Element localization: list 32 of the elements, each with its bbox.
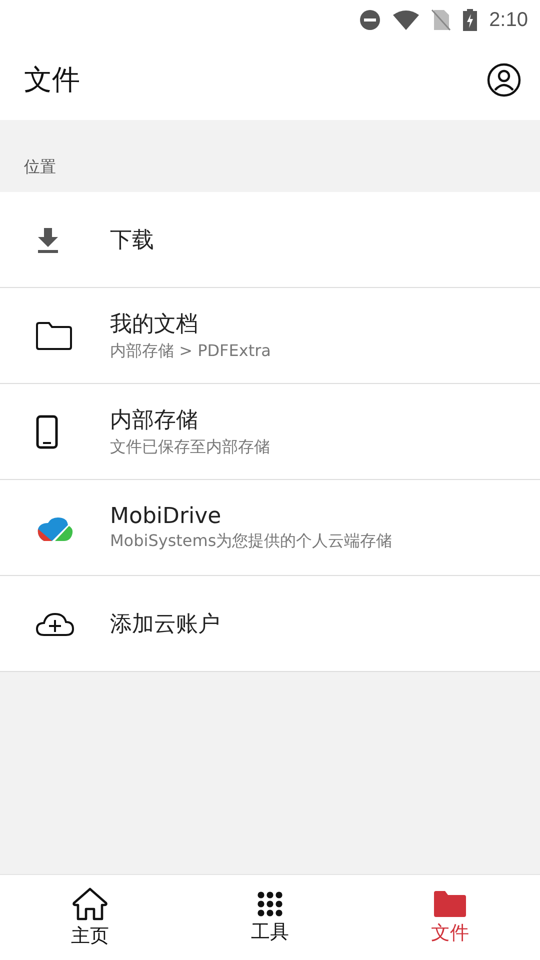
cloud-add-icon — [36, 612, 74, 636]
location-item[interactable]: MobiDrive MobiSystems为您提供的个人云端存储 — [0, 480, 540, 576]
location-title: MobiDrive — [110, 504, 222, 528]
location-title: 我的文档 — [110, 311, 199, 339]
page-title: 文件 — [24, 62, 80, 98]
wifi-icon — [393, 10, 420, 30]
location-item[interactable]: 添加云账户 — [0, 576, 540, 672]
do-not-disturb-icon — [359, 9, 382, 31]
home-icon — [72, 886, 108, 920]
section-label: 位置 — [24, 157, 56, 178]
location-title: 添加云账户 — [110, 610, 220, 638]
nav-tab[interactable]: 文件 — [360, 875, 540, 960]
location-item[interactable]: 内部存储 文件已保存至内部存储 — [0, 384, 540, 480]
folder-icon — [36, 322, 72, 350]
grid-icon — [257, 890, 283, 916]
download-icon — [36, 226, 60, 252]
location-item[interactable]: 下载 — [0, 192, 540, 288]
location-title: 下载 — [110, 226, 154, 254]
location-item[interactable]: 我的文档 内部存储 > PDFExtra — [0, 288, 540, 384]
nav-tab[interactable]: 主页 — [0, 875, 180, 960]
phone-icon — [36, 414, 58, 448]
location-title: 内部存储 — [110, 407, 199, 435]
location-subtitle: 内部存储 > PDFExtra — [110, 341, 271, 362]
battery-charging-icon — [463, 9, 478, 31]
status-time: 2:10 — [489, 8, 528, 32]
no-sim-icon — [431, 9, 452, 31]
account-icon[interactable] — [487, 63, 521, 97]
nav-tab[interactable]: 工具 — [180, 875, 360, 960]
cloud-logo-icon — [36, 514, 74, 540]
folder-icon — [433, 890, 467, 918]
location-subtitle: 文件已保存至内部存储 — [110, 437, 270, 458]
location-subtitle: MobiSystems为您提供的个人云端存储 — [110, 530, 392, 552]
